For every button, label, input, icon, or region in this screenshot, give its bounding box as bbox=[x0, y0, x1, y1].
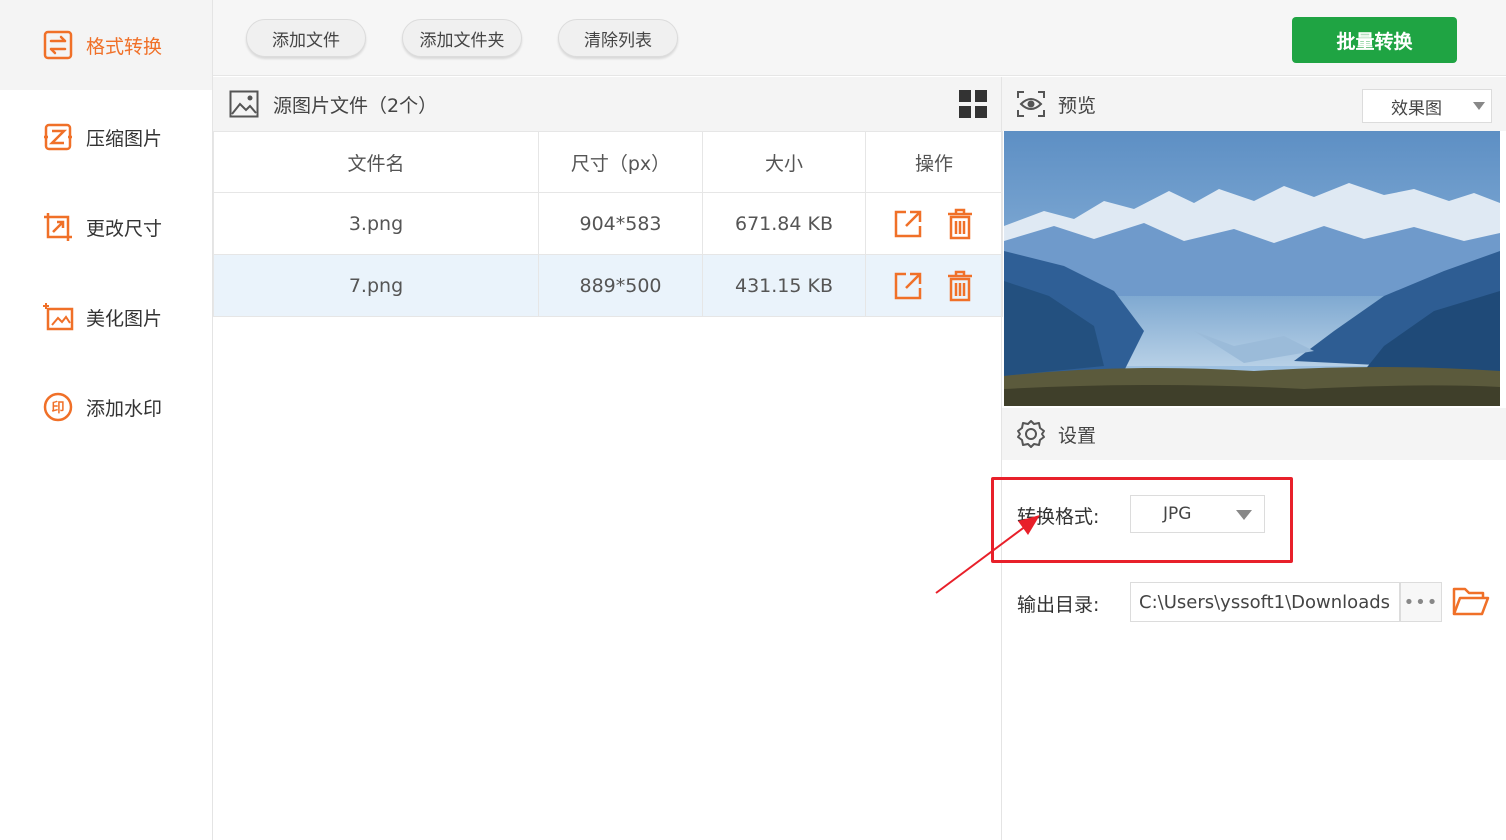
actions-cell bbox=[865, 192, 1003, 255]
annotation-arrow bbox=[935, 515, 1040, 594]
folder-open-icon[interactable] bbox=[1452, 584, 1490, 618]
add-folder-button[interactable]: 添加文件夹 bbox=[402, 19, 522, 57]
file-size-cell: 671.84 KB bbox=[702, 192, 866, 255]
preview-title: 预览 bbox=[1058, 94, 1097, 117]
file-name-cell: 7.png bbox=[213, 254, 539, 317]
settings-header: 设置 bbox=[1002, 408, 1506, 460]
sidebar-item-label: 美化图片 bbox=[86, 307, 163, 330]
svg-text:印: 印 bbox=[51, 401, 64, 416]
add-file-button[interactable]: 添加文件 bbox=[246, 19, 366, 57]
sidebar-item-label: 压缩图片 bbox=[86, 127, 163, 150]
column-header-size[interactable]: 大小 bbox=[702, 131, 866, 193]
file-size-cell: 431.15 KB bbox=[702, 254, 866, 317]
open-external-icon[interactable] bbox=[892, 270, 924, 302]
settings-title: 设置 bbox=[1058, 424, 1097, 447]
sidebar: 格式转换 压缩图片 更改尺寸 美化图片 印 添加水印 bbox=[0, 0, 213, 840]
column-header-actions: 操作 bbox=[865, 131, 1003, 193]
file-list-title: 源图片文件（2个） bbox=[273, 94, 438, 117]
preview-mode-value: 效果图 bbox=[1391, 98, 1442, 119]
output-dir-field[interactable]: C:\Users\yssoft1\Downloads bbox=[1130, 582, 1400, 622]
preview-image bbox=[1004, 131, 1500, 406]
compress-icon bbox=[44, 123, 72, 151]
sidebar-item-label: 格式转换 bbox=[86, 35, 163, 58]
eye-icon bbox=[1017, 91, 1045, 117]
column-header-dimensions[interactable]: 尺寸（px） bbox=[538, 131, 703, 193]
grid-view-icon[interactable] bbox=[958, 89, 988, 119]
clear-list-button[interactable]: 清除列表 bbox=[558, 19, 678, 57]
table-header-row: 文件名 尺寸（px） 大小 操作 bbox=[213, 131, 1003, 193]
beautify-icon bbox=[43, 303, 74, 331]
file-table: 文件名 尺寸（px） 大小 操作 3.png 904*583 671.84 KB bbox=[213, 131, 1003, 317]
file-dimensions-cell: 889*500 bbox=[538, 254, 703, 317]
resize-icon bbox=[44, 213, 72, 241]
delete-icon[interactable] bbox=[944, 208, 976, 240]
file-dimensions-cell: 904*583 bbox=[538, 192, 703, 255]
actions-cell bbox=[865, 254, 1003, 317]
sidebar-item-resize[interactable]: 更改尺寸 bbox=[0, 182, 212, 272]
sidebar-item-format-convert[interactable]: 格式转换 bbox=[0, 0, 212, 90]
gear-icon bbox=[1017, 420, 1045, 448]
sidebar-item-beautify[interactable]: 美化图片 bbox=[0, 272, 212, 362]
preview-mode-select[interactable]: 效果图 bbox=[1362, 89, 1492, 123]
delete-icon[interactable] bbox=[944, 270, 976, 302]
image-icon bbox=[229, 90, 259, 118]
browse-more-button[interactable]: ••• bbox=[1400, 582, 1442, 622]
app-window: 格式转换 压缩图片 更改尺寸 美化图片 印 添加水印 添加文件 添加文件夹 清除… bbox=[0, 0, 1506, 840]
batch-convert-button[interactable]: 批量转换 bbox=[1292, 17, 1457, 63]
sidebar-item-watermark[interactable]: 印 添加水印 bbox=[0, 362, 212, 452]
column-header-filename[interactable]: 文件名 bbox=[213, 131, 539, 193]
table-row[interactable]: 3.png 904*583 671.84 KB bbox=[213, 192, 1003, 255]
watermark-icon: 印 bbox=[43, 392, 73, 422]
file-name-cell: 3.png bbox=[213, 192, 539, 255]
toolbar: 添加文件 添加文件夹 清除列表 批量转换 bbox=[213, 0, 1506, 76]
sidebar-item-compress[interactable]: 压缩图片 bbox=[0, 92, 212, 182]
file-list-header: 源图片文件（2个） bbox=[213, 77, 1002, 131]
table-row[interactable]: 7.png 889*500 431.15 KB bbox=[213, 254, 1003, 317]
chevron-down-icon bbox=[1473, 102, 1485, 110]
mountain-landscape-image bbox=[1004, 131, 1500, 406]
sidebar-item-label: 添加水印 bbox=[86, 397, 163, 420]
sidebar-item-label: 更改尺寸 bbox=[86, 217, 163, 240]
format-convert-icon bbox=[43, 30, 73, 60]
open-external-icon[interactable] bbox=[892, 208, 924, 240]
